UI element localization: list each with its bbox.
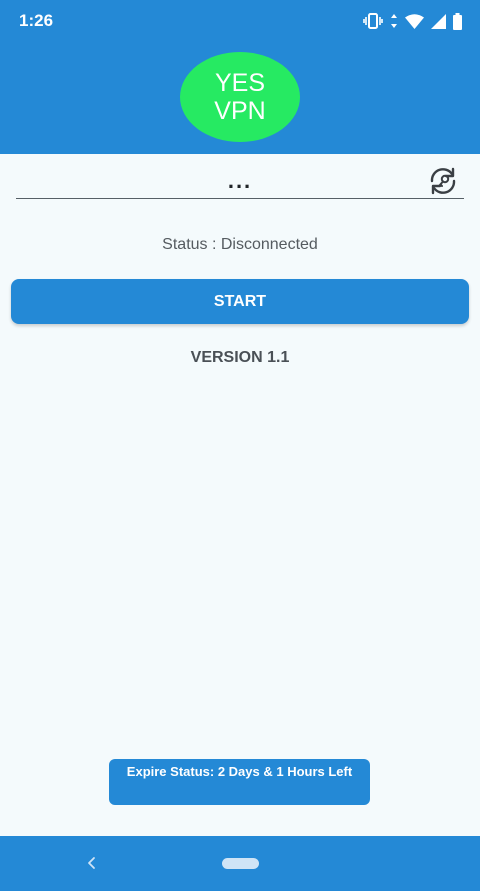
expire-status-button[interactable]: Expire Status: 2 Days & 1 Hours Left xyxy=(109,759,370,805)
refresh-icon[interactable] xyxy=(428,167,458,195)
system-icons xyxy=(363,11,462,31)
app-logo: YES VPN xyxy=(180,52,300,142)
back-chevron-icon[interactable] xyxy=(84,855,100,871)
battery-icon xyxy=(453,12,462,30)
server-value: ... xyxy=(227,168,253,193)
connection-status: Status : Disconnected xyxy=(162,236,318,253)
wifi-icon xyxy=(405,13,424,29)
expire-status-text: Expire Status: 2 Days & 1 Hours Left xyxy=(126,764,353,779)
version-label: VERSION 1.1 xyxy=(190,349,290,366)
data-arrows-icon xyxy=(391,14,397,28)
navigation-bar xyxy=(0,836,480,891)
start-button[interactable]: START xyxy=(11,279,469,324)
status-bar: 1:26 xyxy=(0,0,480,42)
logo-text-yes: YES xyxy=(214,69,266,97)
vibrate-icon xyxy=(363,13,383,29)
app-header: 1:26 YES VPN xyxy=(0,0,480,154)
logo-text-vpn: VPN xyxy=(214,97,266,125)
home-pill-icon[interactable] xyxy=(222,858,259,869)
server-selector[interactable]: ... xyxy=(16,164,464,199)
status-time: 1:26 xyxy=(19,11,54,30)
signal-icon xyxy=(431,13,446,29)
